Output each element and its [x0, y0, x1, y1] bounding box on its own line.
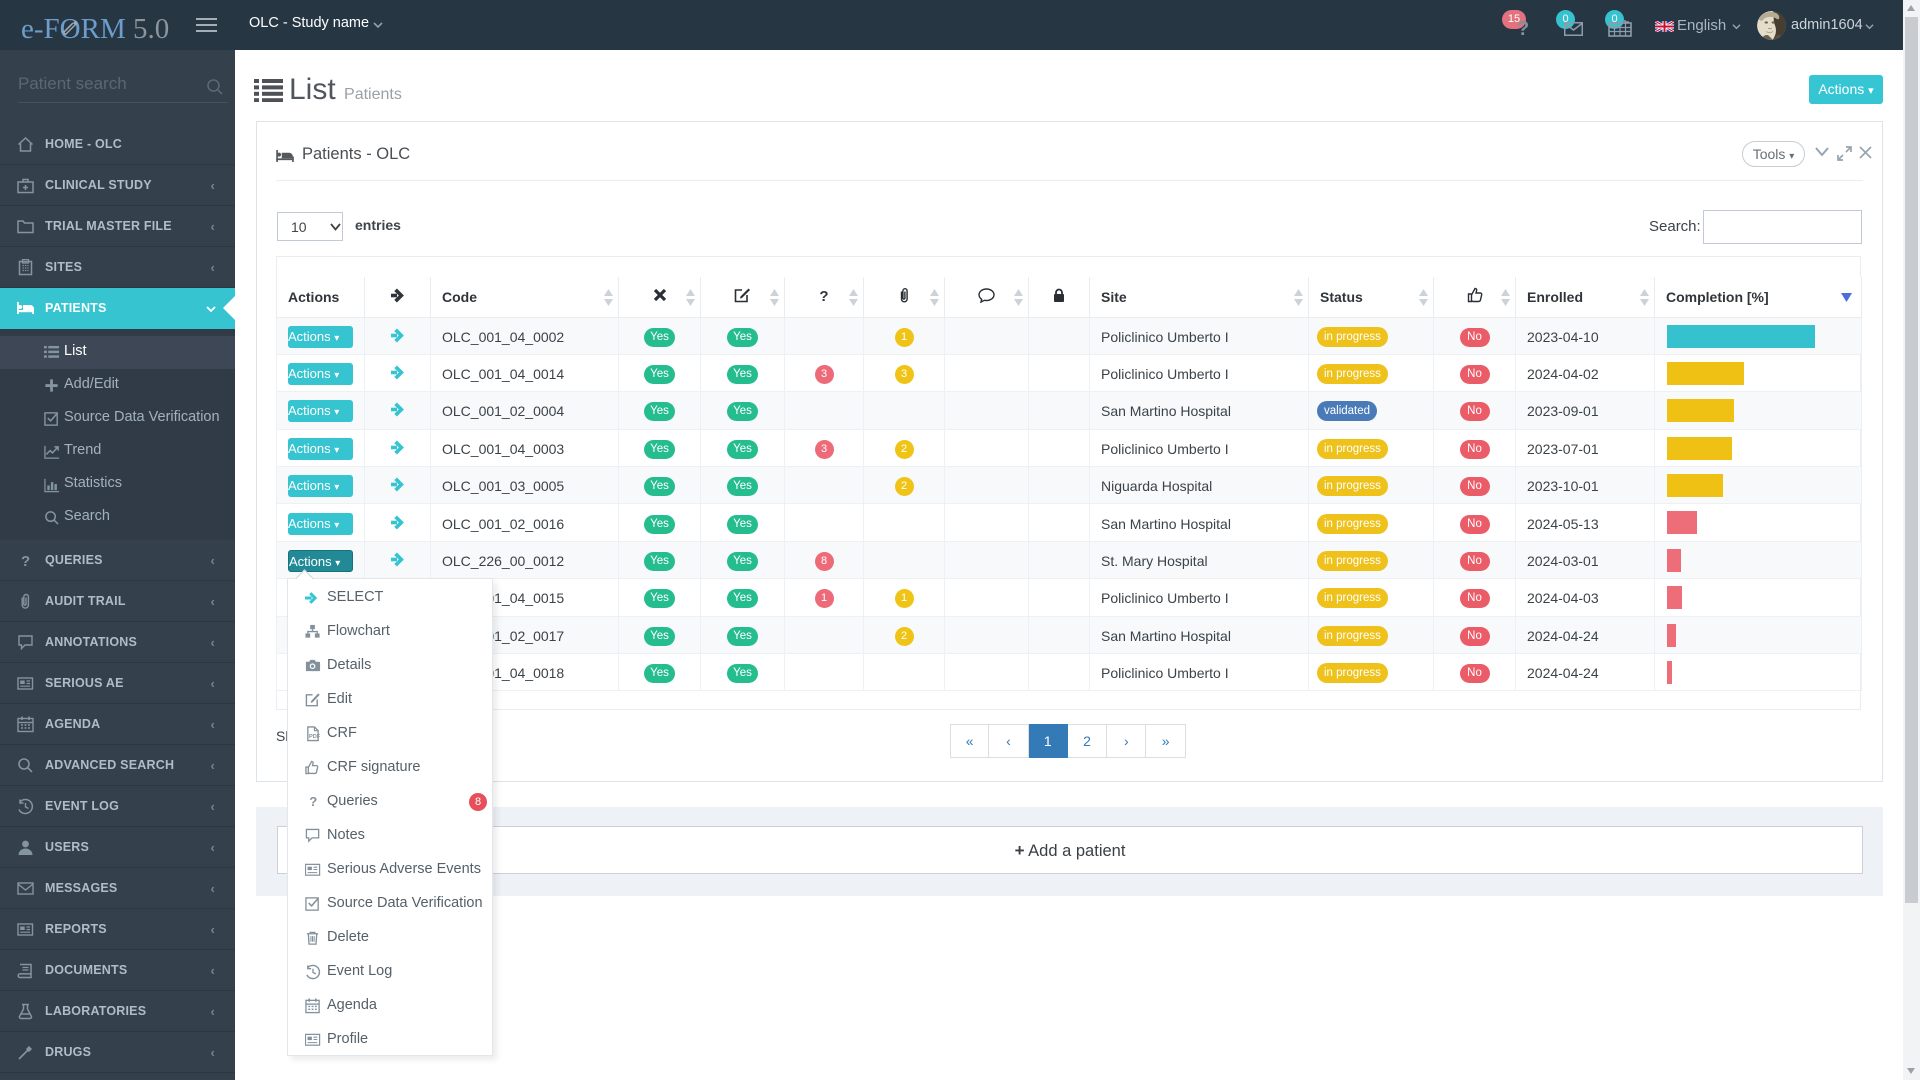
svg-text:?: ?	[309, 794, 317, 809]
svg-text:PDF: PDF	[309, 734, 321, 740]
svg-text:?: ?	[21, 553, 30, 569]
